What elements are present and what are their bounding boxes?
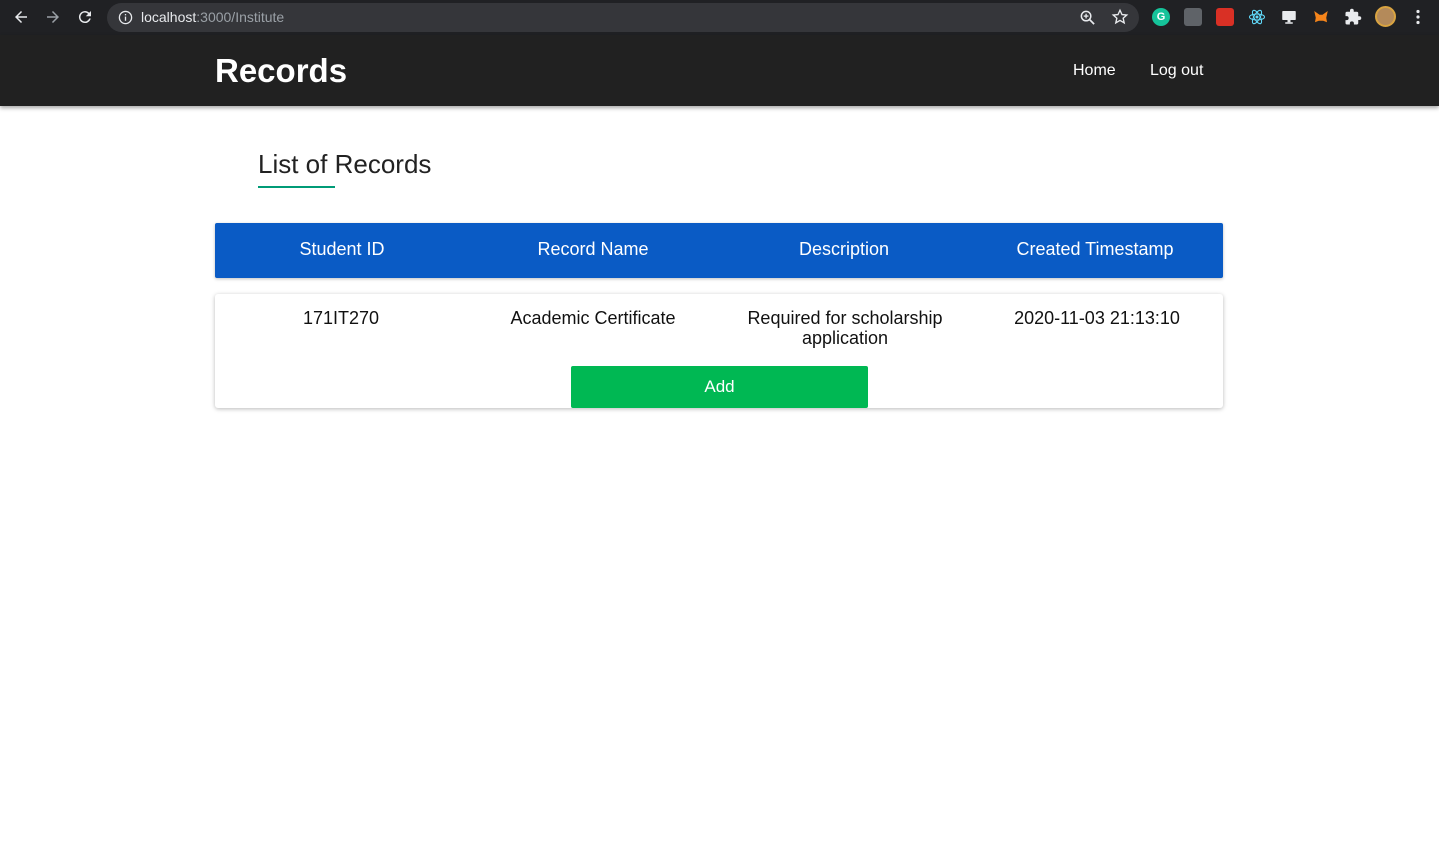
column-header-student-id: Student ID (299, 239, 385, 259)
url-host: localhost (141, 9, 197, 25)
browser-toolbar: localhost:3000/Institute G (0, 0, 1439, 35)
cell-record-name: Academic Certificate (510, 308, 676, 328)
reload-icon[interactable] (73, 5, 97, 29)
url-text: localhost:3000/Institute (141, 9, 284, 25)
kebab-menu-icon[interactable] (1409, 8, 1427, 26)
column-header-description: Description (798, 239, 890, 259)
cell-student-id: 171IT270 (302, 308, 380, 328)
table-header: Student ID Record Name Description Creat… (215, 223, 1223, 278)
metamask-icon[interactable] (1312, 8, 1330, 26)
app-title: Records (215, 52, 348, 89)
cell-description-line2: application (801, 328, 889, 348)
app-bar: Records Home Log out (0, 35, 1439, 106)
nav-home-link[interactable]: Home (1073, 62, 1116, 80)
table-row: 171IT270 Academic Certificate Required f… (215, 294, 1223, 408)
forward-arrow-icon[interactable] (41, 5, 65, 29)
puzzle-icon[interactable] (1344, 8, 1362, 26)
extension-icon[interactable] (1184, 8, 1202, 26)
react-devtools-icon[interactable] (1248, 8, 1266, 26)
info-icon[interactable] (118, 10, 133, 25)
page-title: List of Records (258, 149, 432, 179)
zoom-icon[interactable] (1079, 9, 1096, 26)
star-icon[interactable] (1111, 8, 1129, 26)
column-header-created-timestamp: Created Timestamp (1016, 239, 1174, 259)
address-bar[interactable]: localhost:3000/Institute (107, 3, 1139, 32)
cell-description-line1: Required for scholarship (747, 308, 943, 328)
cell-created-timestamp: 2020-11-03 21:13:10 (1014, 308, 1180, 328)
monitor-icon[interactable] (1280, 8, 1298, 26)
nav-logout-link[interactable]: Log out (1150, 62, 1203, 80)
url-path: :3000/Institute (196, 9, 285, 25)
add-button[interactable]: Add (571, 366, 868, 408)
grammarly-icon[interactable]: G (1152, 8, 1170, 26)
cell-description: Required for scholarship application (720, 308, 970, 348)
column-header-record-name: Record Name (537, 239, 649, 259)
back-arrow-icon[interactable] (9, 5, 33, 29)
title-underline (258, 186, 335, 188)
extension-icon[interactable] (1216, 8, 1234, 26)
profile-avatar[interactable] (1375, 6, 1396, 27)
